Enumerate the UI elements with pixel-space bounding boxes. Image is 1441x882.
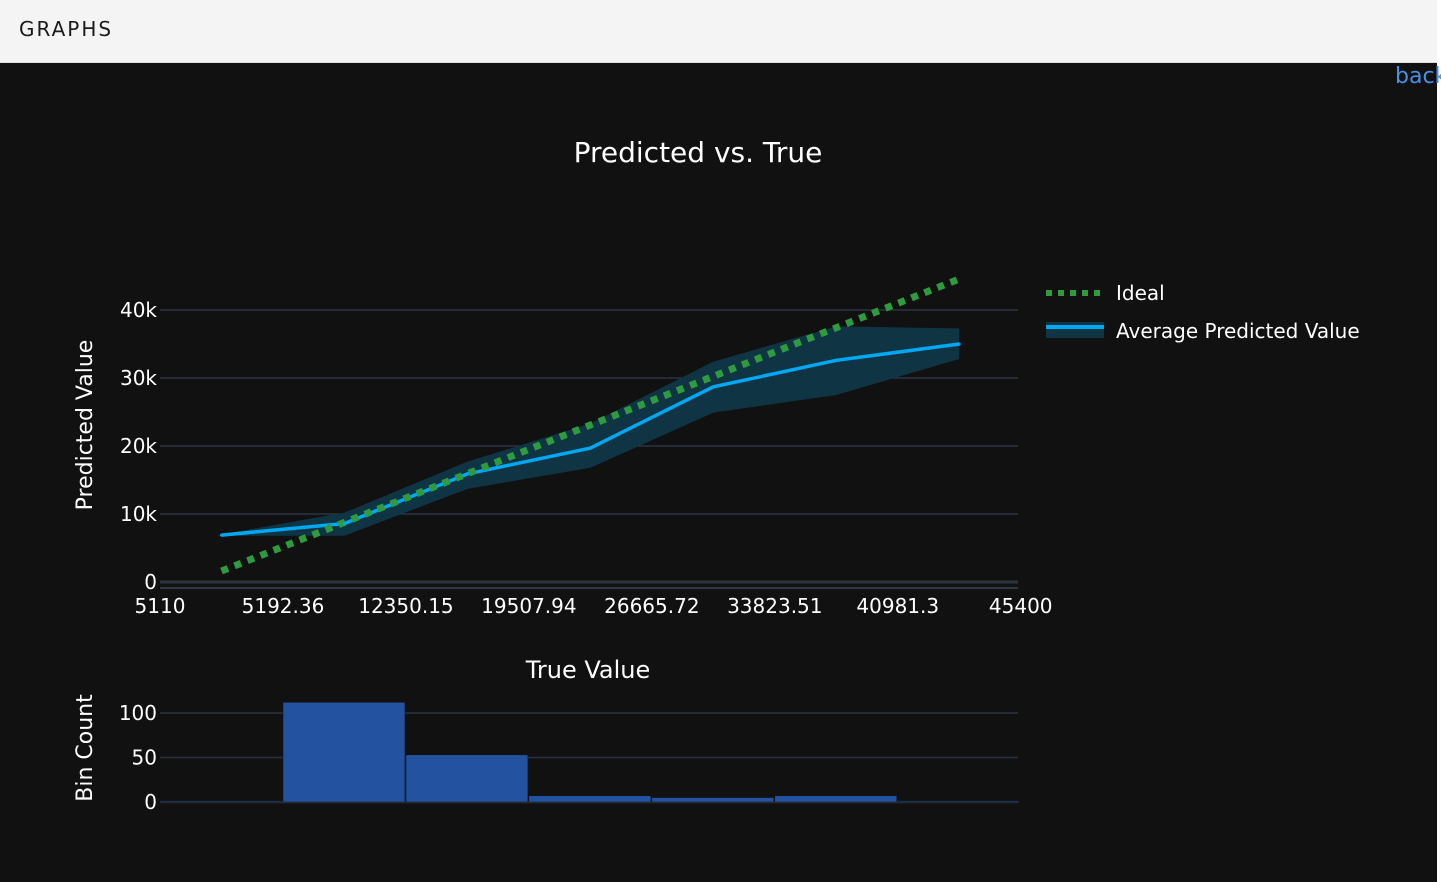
histogram-bar: [528, 795, 652, 803]
chart-title: Predicted vs. True: [574, 136, 823, 169]
legend-ideal-label: Ideal: [1116, 281, 1165, 305]
average-predicted-point: [588, 446, 592, 450]
histogram-title: True Value: [525, 656, 651, 684]
average-predicted-point: [711, 385, 715, 389]
back-link[interactable]: back: [1395, 64, 1441, 89]
average-predicted-point: [465, 472, 469, 476]
x-tick-label: 19507.94: [481, 594, 576, 618]
legend-predicted-band-swatch: [1046, 322, 1104, 338]
legend-predicted-label: Average Predicted Value: [1116, 319, 1360, 343]
y-tick-label: 10k: [120, 502, 157, 526]
histogram-bar: [774, 795, 898, 803]
x-tick-label: 12350.15: [358, 594, 453, 618]
y-tick-label: 20k: [120, 434, 157, 458]
window-edge: [1437, 0, 1441, 882]
histogram-y-tick-label: 0: [144, 790, 157, 814]
predicted-vs-true-figure: 0 10k 20k 30k 40k 5110 5192.36 12350.15 19507.94…: [73, 136, 1360, 814]
y-axis-label: Predicted Value: [73, 340, 98, 511]
histogram-y-tick-label: 50: [132, 746, 157, 770]
histogram-axis-ticks: 0 50 100: [119, 701, 157, 814]
x-tick-label: 5110: [135, 594, 186, 618]
x-tick-label: 26665.72: [604, 594, 699, 618]
ideal-line: [220, 275, 961, 575]
y-tick-label: 40k: [120, 298, 157, 322]
x-tick-label: 33823.51: [727, 594, 822, 618]
histogram-bars: [159, 702, 1020, 803]
x-tick-label: 40981.3: [856, 594, 939, 618]
histogram-bar: [897, 800, 1020, 803]
average-predicted-point: [342, 522, 346, 526]
histogram-bar: [405, 754, 529, 803]
histogram-y-axis-label: Bin Count: [73, 694, 98, 802]
histogram-bar: [651, 797, 775, 803]
average-predicted-point: [957, 342, 961, 346]
average-predicted-point: [834, 358, 838, 362]
y-tick-label: 0: [144, 570, 157, 594]
histogram-bar: [159, 800, 283, 803]
legend: Ideal Average Predicted Value: [1046, 281, 1360, 343]
x-tick-label: 45400: [989, 594, 1053, 618]
average-predicted-point: [219, 533, 223, 537]
x-tick-label: 5192.36: [242, 594, 325, 618]
histogram-y-tick-label: 100: [119, 701, 157, 725]
histogram-bar: [282, 702, 406, 803]
y-tick-label: 30k: [120, 366, 157, 390]
